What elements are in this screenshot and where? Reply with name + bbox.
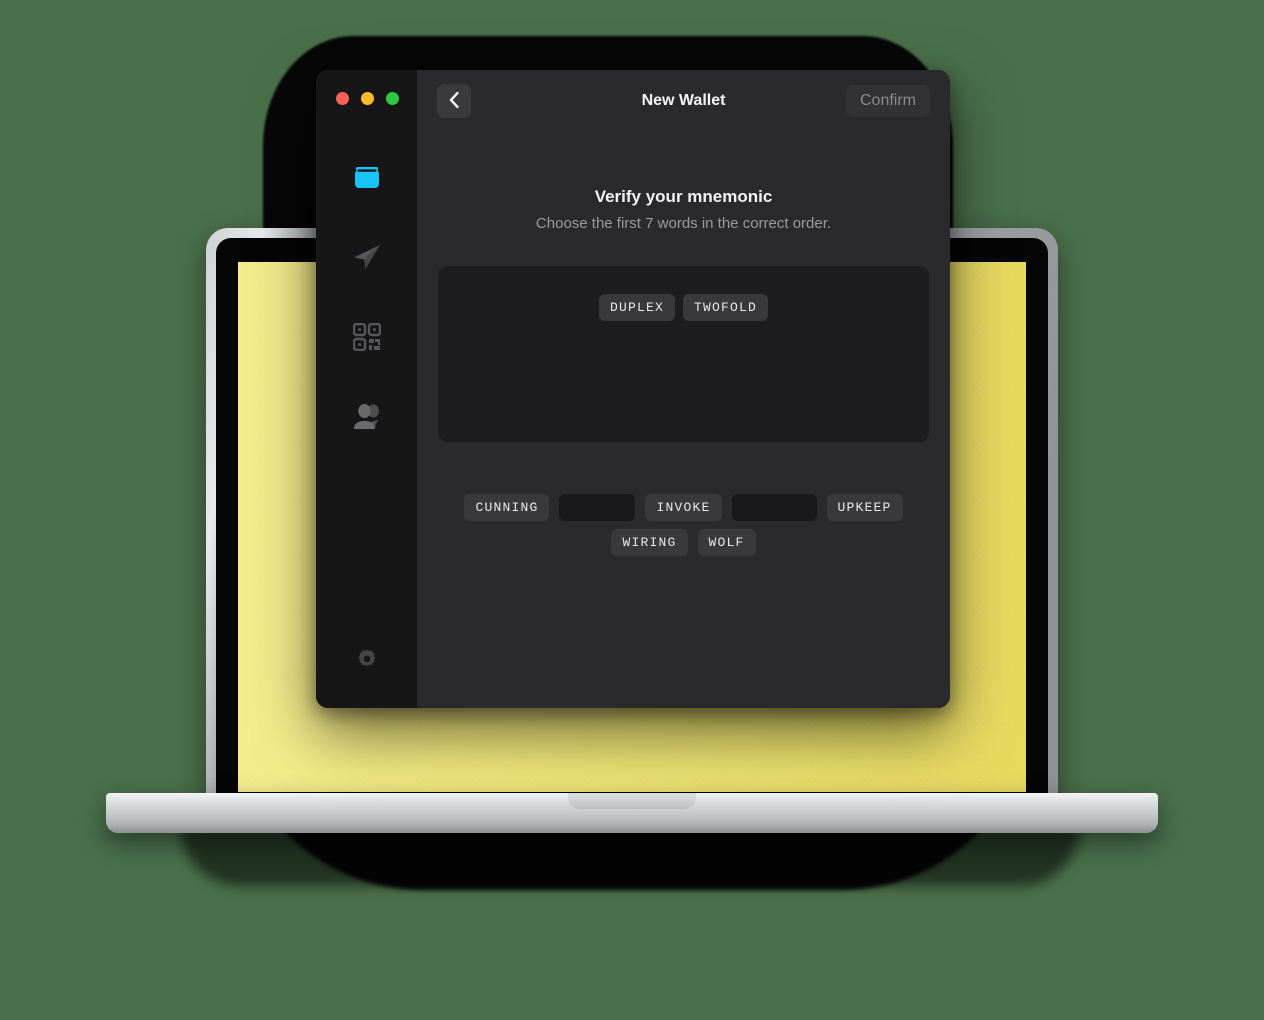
- send-icon: [351, 241, 383, 273]
- sidebar-item-contacts[interactable]: [347, 397, 387, 437]
- content-subheading: Choose the first 7 words in the correct …: [535, 215, 832, 232]
- content-heading: Verify your mnemonic: [594, 187, 773, 206]
- sidebar-item-wallet[interactable]: [347, 157, 387, 197]
- wallet-icon: [352, 162, 382, 192]
- chevron-left-icon: [448, 91, 460, 112]
- selected-word-chip[interactable]: TWOFOLD: [683, 294, 769, 321]
- minimize-button[interactable]: [361, 92, 374, 105]
- laptop-shadow: [180, 826, 1080, 886]
- word-bank-used-slot: DUPLEX: [559, 494, 636, 521]
- sidebar-item-receive[interactable]: [347, 317, 387, 357]
- laptop-notch: [568, 793, 696, 809]
- close-button[interactable]: [336, 92, 349, 105]
- window-controls: [316, 92, 399, 105]
- back-button[interactable]: [437, 84, 471, 118]
- maximize-button[interactable]: [386, 92, 399, 105]
- titlebar: New Wallet Confirm: [417, 70, 950, 132]
- app-window: New Wallet Confirm Verify your mnemonic …: [316, 70, 950, 708]
- selected-word-chip[interactable]: DUPLEX: [598, 294, 675, 321]
- word-bank-chip[interactable]: INVOKE: [645, 494, 722, 521]
- contacts-icon: [351, 402, 383, 432]
- gear-icon: [356, 648, 378, 675]
- selected-words-panel[interactable]: DUPLEX TWOFOLD: [438, 266, 929, 442]
- confirm-button[interactable]: Confirm: [845, 85, 930, 117]
- word-bank-chip[interactable]: WOLF: [697, 529, 756, 556]
- word-bank-used-slot: TWOFOLD: [731, 494, 817, 521]
- verify-mnemonic-content: Verify your mnemonic Choose the first 7 …: [417, 132, 950, 708]
- qr-code-icon: [352, 323, 381, 351]
- word-bank-chip[interactable]: CUNNING: [464, 494, 550, 521]
- sidebar-item-send[interactable]: [347, 237, 387, 277]
- sidebar-item-settings[interactable]: [350, 644, 384, 678]
- main-panel: New Wallet Confirm Verify your mnemonic …: [417, 70, 950, 708]
- laptop-base: [106, 793, 1158, 833]
- word-bank-chip[interactable]: UPKEEP: [826, 494, 903, 521]
- word-bank: CUNNING DUPLEX INVOKE TWOFOLD UPKEEP WIRING WO…: [438, 494, 929, 556]
- sidebar: [316, 70, 417, 708]
- sidebar-nav: [347, 157, 387, 437]
- word-bank-chip[interactable]: WIRING: [611, 529, 688, 556]
